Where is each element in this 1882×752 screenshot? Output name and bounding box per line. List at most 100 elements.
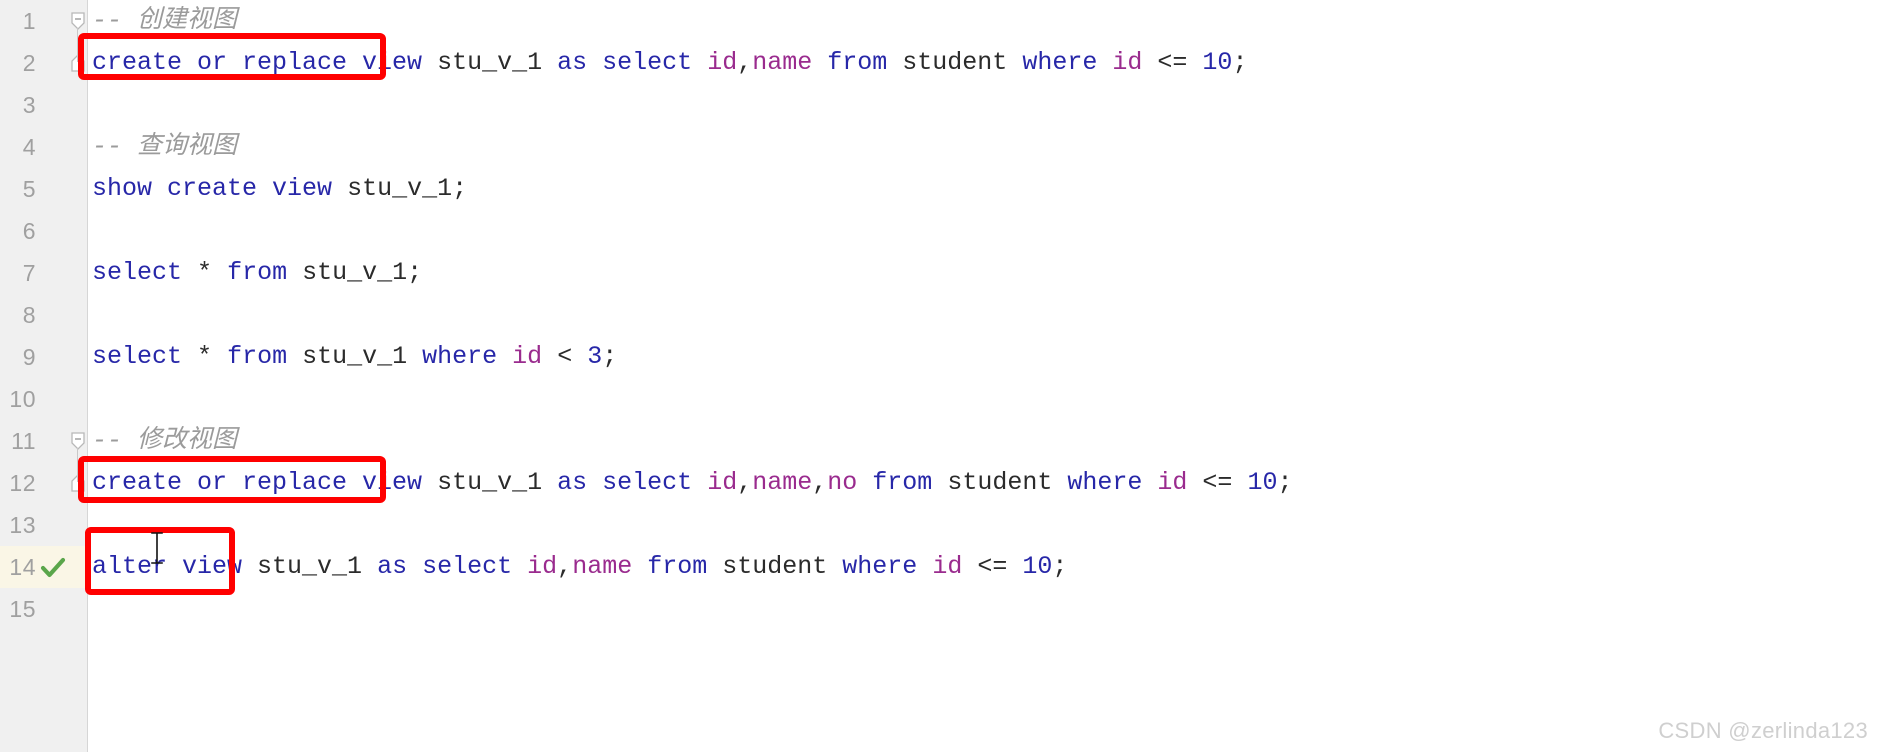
code-line[interactable]: -- 创建视图 [89,0,1882,42]
code-token: stu_v_1 [437,468,543,497]
code-token: as [377,552,408,581]
gutter-row[interactable]: 12 [0,462,88,504]
code-token: id [1157,468,1188,497]
code-token: from [647,552,708,581]
code-token: ; [407,258,423,287]
code-line-empty[interactable] [89,294,1882,336]
gutter-row[interactable]: 8 [0,294,88,336]
code-token: < [557,342,573,371]
code-token: stu_v_1 [257,552,363,581]
code-token: , [812,468,828,497]
gutter-row[interactable]: 9 [0,336,88,378]
code-token: where [1067,468,1143,497]
line-number: 9 [22,344,36,370]
fold-end-icon[interactable] [68,51,88,75]
code-token: 10 [1022,552,1053,581]
code-line[interactable]: show create view stu_v_1; [89,168,1882,210]
code-editor[interactable]: 1 2 3 4 5 6 7 8 9 10 11 12 13 14 15 -- 创建视图 create or r… [0,0,1882,752]
code-token: name [752,48,813,77]
code-token: <= [1202,468,1233,497]
code-token: create or replace view [92,48,423,77]
fold-collapse-icon[interactable] [68,9,88,33]
code-token: from [872,468,933,497]
code-token: from [227,258,288,287]
code-token: , [557,552,573,581]
gutter-row[interactable]: 7 [0,252,88,294]
fold-end-icon[interactable] [68,471,88,495]
code-token: student [947,468,1053,497]
code-token: <= [1157,48,1188,77]
gutter-rows: 1 2 3 4 5 6 7 8 9 10 11 12 13 14 15 [0,0,88,630]
editor-gutter[interactable]: 1 2 3 4 5 6 7 8 9 10 11 12 13 14 15 [0,0,88,752]
code-line-empty[interactable] [89,378,1882,420]
code-line[interactable]: select * from stu_v_1; [89,252,1882,294]
line-number: 14 [9,554,36,580]
gutter-row[interactable]: 4 [0,126,88,168]
code-line-empty[interactable] [89,84,1882,126]
code-token: stu_v_1 [302,258,408,287]
code-token: * [197,342,213,371]
gutter-row[interactable]: 6 [0,210,88,252]
gutter-row[interactable]: 1 [0,0,88,42]
code-area[interactable]: -- 创建视图 create or replace view stu_v_1 as… [89,0,1882,752]
code-line[interactable]: -- 查询视图 [89,126,1882,168]
line-number: 12 [9,470,36,496]
code-token: from [227,342,288,371]
code-line-empty[interactable] [89,588,1882,630]
gutter-row[interactable]: 3 [0,84,88,126]
code-line[interactable]: create or replace view stu_v_1 as select… [89,462,1882,504]
code-token: select [92,342,183,371]
gutter-row[interactable]: 14 [0,546,88,588]
gutter-row[interactable]: 13 [0,504,88,546]
code-token: student [722,552,828,581]
success-check-icon[interactable] [40,555,66,581]
code-line[interactable]: alter view stu_v_1 as select id,name fro… [89,546,1882,588]
fold-guide-line [77,448,78,482]
gutter-row[interactable]: 10 [0,378,88,420]
code-token: select [422,552,513,581]
line-number: 15 [9,596,36,622]
gutter-row[interactable]: 15 [0,588,88,630]
gutter-row[interactable]: 2 [0,42,88,84]
code-line-empty[interactable] [89,210,1882,252]
gutter-row[interactable]: 5 [0,168,88,210]
code-line[interactable]: select * from stu_v_1 where id < 3; [89,336,1882,378]
gutter-row[interactable]: 11 [0,420,88,462]
fold-collapse-icon[interactable] [68,429,88,453]
code-token: create or replace view [92,468,423,497]
code-line-empty[interactable] [89,504,1882,546]
code-token: id [707,48,738,77]
code-token: ; [1277,468,1293,497]
code-line[interactable]: create or replace view stu_v_1 as select… [89,42,1882,84]
code-token: ; [1052,552,1068,581]
line-number: 10 [9,386,36,412]
code-line[interactable]: -- 修改视图 [89,420,1882,462]
code-token: stu_v_1 [437,48,543,77]
